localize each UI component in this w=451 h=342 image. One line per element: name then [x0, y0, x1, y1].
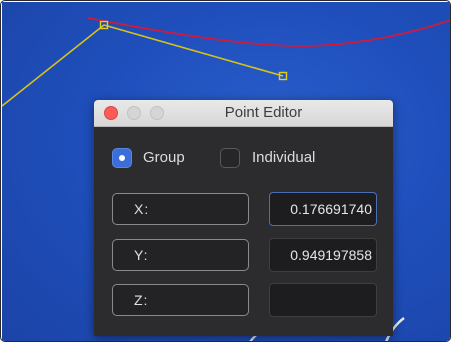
spline-viewport[interactable]: Point Editor Group Individual X: 0.17669…: [2, 2, 450, 341]
radio-selected-dot: [119, 155, 125, 161]
y-label: Y:: [134, 247, 149, 263]
title-bar[interactable]: Point Editor: [94, 100, 393, 127]
individual-label[interactable]: Individual: [252, 148, 315, 168]
z-value-field[interactable]: [269, 283, 377, 317]
point-editor-window: Point Editor Group Individual X: 0.17669…: [94, 100, 393, 336]
y-label-button[interactable]: Y:: [112, 239, 249, 271]
x-value-field[interactable]: 0.176691740: [269, 192, 377, 226]
window-title: Point Editor: [224, 104, 303, 121]
group-label[interactable]: Group: [143, 148, 185, 168]
z-label: Z:: [134, 292, 149, 308]
x-label: X:: [134, 201, 150, 217]
group-radio[interactable]: [112, 148, 132, 168]
z-label-button[interactable]: Z:: [112, 284, 249, 316]
y-value-field[interactable]: 0.949197858: [269, 238, 377, 272]
individual-radio[interactable]: [220, 148, 240, 168]
x-label-button[interactable]: X:: [112, 193, 249, 225]
canvas-frame: Point Editor Group Individual X: 0.17669…: [0, 0, 451, 342]
